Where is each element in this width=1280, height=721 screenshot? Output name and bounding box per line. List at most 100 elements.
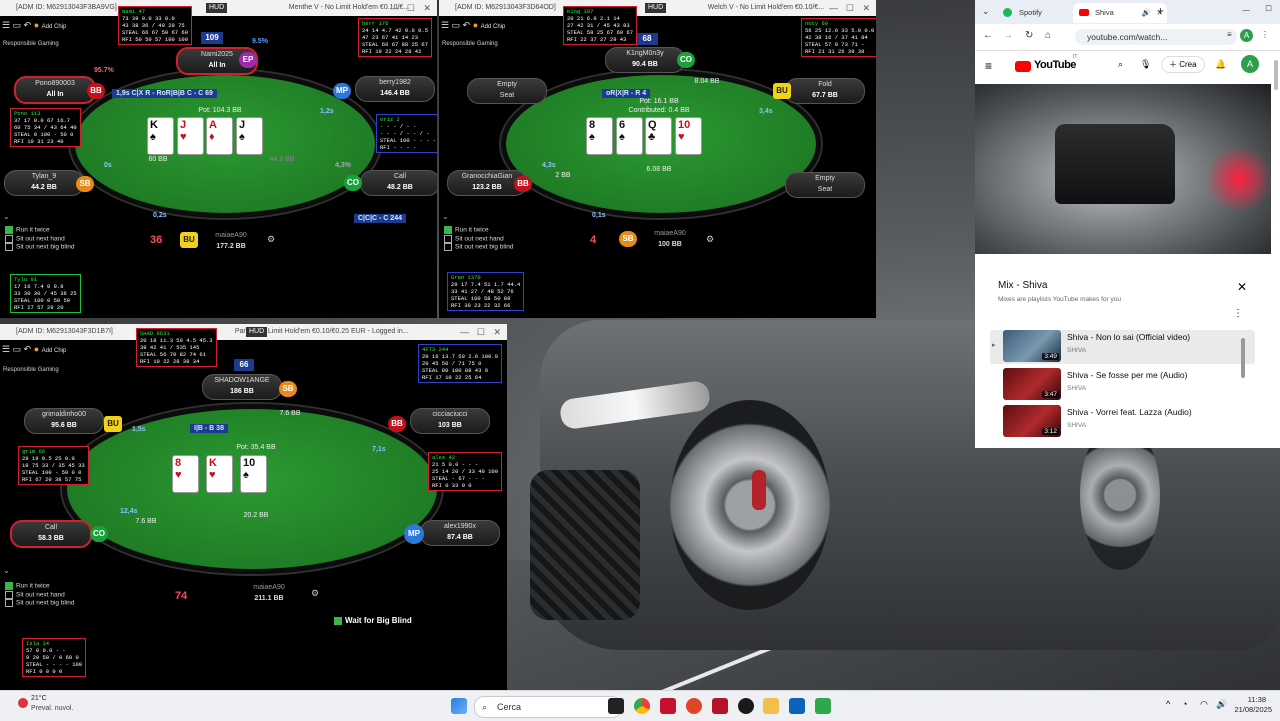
hud-stats-panel[interactable]: noty 69 56 25 12.6 33 5.0 0.0 42 38 16 /… — [801, 18, 876, 57]
responsible-gaming-link[interactable]: Responsible Gaming — [3, 41, 59, 47]
task-view-icon[interactable] — [608, 698, 624, 714]
sit-out-next-hand-option[interactable]: Sit out next hand — [5, 590, 75, 600]
close-icon[interactable]: ✕ — [423, 0, 431, 16]
audio-icon[interactable]: 🔊 — [1142, 3, 1151, 23]
poker-table-window-1[interactable]: [ADM ID: M62913043F3BA9VG] Menthe V - No… — [0, 0, 437, 318]
run-it-twice-option[interactable]: Run it twice — [5, 226, 75, 235]
seat-player[interactable]: Call 58.3 BB — [10, 520, 92, 548]
responsible-gaming-link[interactable]: Responsible Gaming — [3, 367, 59, 373]
maximize-icon[interactable]: ☐ — [477, 324, 485, 340]
tab-shiva[interactable]: Shiva 🔊 ✕ — [1073, 3, 1167, 23]
settings-icon[interactable]: ⚙ — [267, 234, 275, 245]
hero-seat[interactable]: maiaeA90 177.2 BB — [196, 230, 266, 252]
hud-tag[interactable]: HUD — [206, 3, 228, 13]
sit-out-big-blind-option[interactable]: Sit out next big blind — [5, 599, 75, 608]
hud-stats-panel[interactable]: Nami 47 73 39 0.0 33 0.0 43 38 36 / 40 2… — [118, 6, 193, 45]
video-title[interactable]: Shiva - Vorrei feat. Lazza (Audio) — [1067, 407, 1192, 417]
sit-out-next-hand-option[interactable]: Sit out next hand — [5, 234, 75, 244]
minimize-icon[interactable]: — — [460, 324, 469, 340]
undo-icon[interactable]: ↶ — [463, 20, 471, 30]
undo-icon[interactable]: ↶ — [24, 344, 32, 354]
microphone-icon[interactable]: 🎙 — [1140, 59, 1151, 70]
weather-temperature[interactable]: 21°C — [31, 695, 47, 702]
more-icon[interactable]: ⋮ — [1261, 30, 1269, 39]
menu-icon[interactable]: ☰ — [2, 344, 10, 354]
responsible-gaming-link[interactable]: Responsible Gaming — [442, 41, 498, 47]
address-bar[interactable]: youtube.com/watch... — [1075, 29, 1237, 45]
seat-player[interactable]: alex1990x 87.4 BB — [420, 520, 500, 546]
seat-player[interactable]: Tylan_9 44.2 BB — [4, 170, 84, 196]
poker-table-window-2[interactable]: [ADM ID: M62913043F3D64OD] Welch V - No … — [439, 0, 876, 318]
notifications-icon[interactable]: 🔔 — [1215, 59, 1226, 70]
forward-icon[interactable]: → — [1003, 30, 1013, 41]
minimize-icon[interactable]: — — [829, 0, 838, 16]
chat-icon[interactable]: ▭ — [13, 344, 22, 354]
options-icon[interactable]: ● — [473, 20, 478, 30]
hud-tag[interactable]: HUD — [246, 327, 268, 337]
hud-stats-panel[interactable]: Isla 14 57 0 0.0 - - 0 20 50 / 0 60 0 ST… — [22, 638, 87, 677]
hud-stats-panel[interactable]: SHAD 8631 20 18 11.3 50 4.5 45.3 39 42 4… — [136, 328, 217, 367]
seat-player[interactable]: SHADOW1ANGE 186 BB — [202, 374, 282, 400]
chevron-down-icon[interactable]: ⌄ — [3, 566, 10, 575]
hud-stats-panel[interactable]: Pono 113 37 17 0.0 67 16.7 60 75 34 / 43… — [10, 108, 81, 147]
sit-out-big-blind-option[interactable]: Sit out next big blind — [5, 243, 75, 252]
chat-icon[interactable]: ▭ — [452, 20, 461, 30]
hud-stats-panel[interactable]: grim 66 29 19 9.5 25 0.0 19 75 33 / 35 4… — [18, 446, 89, 485]
playlist-item[interactable]: 3:12 Shiva - Vorrei feat. Lazza (Audio) … — [990, 405, 1255, 439]
maximize-icon[interactable]: ☐ — [1265, 4, 1272, 13]
sit-out-next-hand-option[interactable]: Sit out next hand — [444, 234, 514, 244]
run-it-twice-option[interactable]: Run it twice — [444, 226, 514, 235]
wait-big-blind-option[interactable]: Wait for Big Blind — [334, 616, 412, 625]
video-title[interactable]: Shiva - Non lo sai (Official video) — [1067, 332, 1190, 342]
sit-out-big-blind-option[interactable]: Sit out next big blind — [444, 243, 514, 252]
home-icon[interactable]: ⌂ — [1045, 30, 1051, 41]
close-playlist-icon[interactable]: ✕ — [1237, 280, 1247, 294]
back-icon[interactable]: ← — [983, 30, 993, 41]
seat-player[interactable]: Pono890003 All In — [14, 76, 96, 104]
settings-icon[interactable]: ⚙ — [706, 234, 714, 245]
hero-seat[interactable]: maiaeA90 211.1 BB — [234, 582, 304, 604]
hamburger-icon[interactable]: ≡ — [985, 59, 992, 73]
add-chip-button[interactable]: Add Chip — [481, 24, 506, 30]
playlist-scrollbar[interactable] — [1241, 338, 1245, 378]
seat-player[interactable]: cicciaciucci 103 BB — [410, 408, 490, 434]
poker-client-icon[interactable] — [660, 698, 676, 714]
weather-icon[interactable] — [18, 698, 28, 708]
close-icon[interactable]: ✕ — [493, 324, 501, 340]
reload-icon[interactable]: ↻ — [1025, 30, 1033, 41]
hud-stats-panel[interactable]: berr 176 24 14 4.7 42 0.0 0.5 47 23 67 4… — [358, 18, 433, 57]
weather-description[interactable]: Preval. nuvol. — [31, 705, 73, 712]
outlook-icon[interactable] — [789, 698, 805, 714]
file-explorer-icon[interactable] — [763, 698, 779, 714]
menu-icon[interactable]: ☰ — [2, 20, 10, 30]
close-icon[interactable]: ✕ — [862, 0, 870, 16]
chevron-down-icon[interactable]: ⌄ — [3, 212, 10, 221]
chat-icon[interactable]: ▭ — [13, 20, 22, 30]
table-titlebar[interactable]: [ADM ID: M62913043F3D64OD] Welch V - No … — [439, 0, 876, 16]
hud-stats-panel[interactable]: oriz 2 - - - / - - - - - / - - / - STEAL… — [376, 114, 437, 153]
youtube-avatar[interactable]: A — [1241, 55, 1259, 73]
seat-player[interactable]: berry1982 146.4 BB — [355, 76, 435, 102]
seat-player[interactable]: Call 48.2 BB — [360, 170, 437, 196]
minimize-icon[interactable]: — — [1243, 5, 1251, 14]
browser-window[interactable]: ⌄ Spotify ✕ Shiva 🔊 ✕ + — ☐ ← → ↻ ⌂ yout… — [975, 0, 1280, 448]
more-options-icon[interactable]: ⋮ — [1233, 308, 1243, 319]
tab-actions-icon[interactable]: ⌄ — [982, 6, 990, 17]
taskbar-search[interactable]: ⌕ Cerca — [474, 696, 622, 718]
create-button[interactable]: ＋ Crea — [1161, 56, 1205, 73]
video-thumbnail[interactable]: 3:12 — [1003, 405, 1061, 437]
playlist-item[interactable]: 3:47 Shiva - Se fosse per me (Audio) SHI… — [990, 368, 1255, 402]
hud-stats-panel[interactable]: Gran 1370 29 17 7.4 51 1.7 44.4 33 41 27… — [447, 272, 525, 311]
seat-player[interactable]: Fold 67.7 BB — [785, 78, 865, 104]
tray-chevron-icon[interactable]: ^ — [1166, 699, 1170, 709]
clock-time[interactable]: 11:38 — [1222, 695, 1266, 704]
options-icon[interactable]: ● — [34, 20, 39, 30]
app-icon[interactable] — [686, 698, 702, 714]
hud-stats-panel[interactable]: 4FT3 244 20 16 13.7 50 2.6 100.0 20 45 5… — [418, 344, 502, 383]
page-scrollbar[interactable] — [1274, 60, 1278, 90]
video-player[interactable] — [975, 84, 1271, 254]
app-icon[interactable] — [738, 698, 754, 714]
minimize-icon[interactable]: — — [390, 0, 399, 16]
app-icon[interactable] — [712, 698, 728, 714]
video-thumbnail[interactable]: 3:49 — [1003, 330, 1061, 362]
